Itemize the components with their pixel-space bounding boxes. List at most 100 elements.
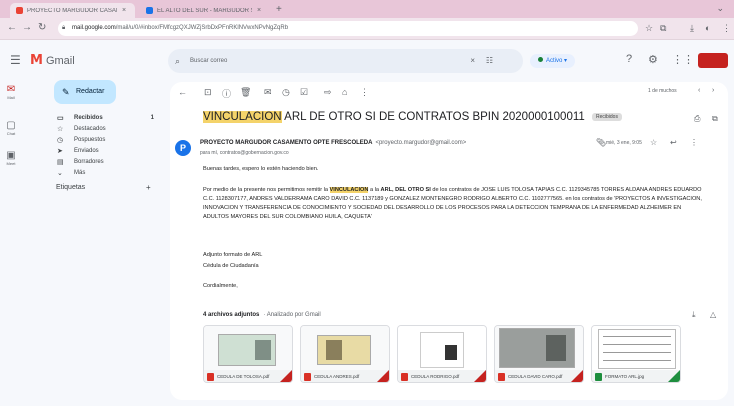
settings-gear-icon[interactable]: ⚙ <box>648 53 658 66</box>
sender-avatar[interactable]: P <box>175 140 191 156</box>
rail-item-label: Meet <box>6 161 16 166</box>
send-icon: ➤ <box>57 148 63 155</box>
sidebar-item-inbox[interactable]: ▭ Recibidos 1 <box>50 113 160 124</box>
print-icon[interactable]: ⎙ <box>694 114 700 124</box>
back-to-inbox-icon[interactable]: ← <box>178 87 187 97</box>
archive-icon[interactable]: ⊡ <box>204 87 212 98</box>
attachment-card[interactable]: CEDULA RODRIGO.pdf <box>397 325 487 383</box>
back-icon[interactable]: ← <box>7 22 17 33</box>
compose-label: Redactar <box>76 88 105 95</box>
p1-bold: ARL, DEL OTRO SI <box>380 187 431 193</box>
id-photo <box>445 345 457 360</box>
sidebar-item-more[interactable]: ⌄ Más <box>50 168 160 179</box>
browser-tab[interactable]: PROYECTO MARGUDOR CASAMENTO OPTE FRESCOL… <box>10 3 135 18</box>
sidebar-item-drafts[interactable]: ▤ Borradores <box>50 157 160 168</box>
close-tab-icon[interactable]: × <box>122 7 126 14</box>
reload-icon[interactable]: ↻ <box>38 22 46 33</box>
add-label-icon[interactable]: + <box>146 183 151 192</box>
subject-rest: ARL DE OTRO SI DE CONTRATOS BPIN 2020000… <box>281 111 585 123</box>
attachment-thumbnail <box>301 326 389 370</box>
move-to-icon[interactable]: ⇨ <box>324 87 332 98</box>
pdf-corner-icon <box>377 370 389 382</box>
rail-item-chat[interactable]: ▢ Chat <box>2 120 20 136</box>
help-icon[interactable]: ? <box>626 53 632 65</box>
label-icon[interactable]: ⌂ <box>342 87 347 97</box>
open-new-window-icon[interactable]: ⧉ <box>712 114 718 124</box>
profile-icon[interactable]: ◐ <box>705 23 710 33</box>
attachment-card[interactable]: CEDULA ANDRES.pdf <box>300 325 390 383</box>
pencil-icon: ✎ <box>62 87 70 97</box>
bookmark-star-icon[interactable]: ☆ <box>645 23 653 34</box>
mail-icon: ✉ <box>6 84 16 95</box>
new-tab-icon[interactable]: + <box>276 4 282 15</box>
draft-icon: ▤ <box>57 159 64 166</box>
search-icon[interactable]: ⌕ <box>175 49 180 73</box>
attachment-card[interactable]: FORMATO ARL.jpg <box>591 325 681 383</box>
browser-tab-label: PROYECTO MARGUDOR CASAMENTO OPTE FRESCOL… <box>27 7 117 14</box>
recipient-line[interactable]: para mí, contratos@gobernacion.gov.co <box>200 150 289 156</box>
search-placeholder: Buscar correo <box>190 58 228 64</box>
extensions-icon[interactable]: ⧉ <box>660 23 666 34</box>
older-icon[interactable]: › <box>712 87 714 94</box>
rail-item-meet[interactable]: ▣ Meet <box>2 150 20 166</box>
compose-button[interactable]: ✎ Redactar <box>54 80 116 104</box>
newer-icon[interactable]: ‹ <box>698 87 700 94</box>
attachments-scan-note: · Analizado por Gmail <box>263 312 321 318</box>
main-menu-icon[interactable]: ☰ <box>10 53 21 67</box>
snooze-icon[interactable]: ◷ <box>282 87 290 98</box>
pdf-icon <box>401 373 408 381</box>
more-options-icon[interactable]: ⋮ <box>690 138 698 147</box>
reply-icon[interactable]: ↩ <box>670 138 677 147</box>
gmail-favicon-icon <box>16 7 23 14</box>
sidebar-item-label: Enviados <box>74 148 99 154</box>
chevron-down-icon: ⌄ <box>57 170 63 177</box>
apps-grid-icon[interactable]: ⋮⋮ <box>672 53 694 66</box>
delete-icon[interactable]: 🗑︎ <box>240 87 251 98</box>
forward-icon[interactable]: → <box>22 22 32 33</box>
browser-tab[interactable]: EL ALTO DEL SUR - MARGUDOR S.A. × <box>140 3 270 18</box>
report-spam-icon[interactable]: ⓘ <box>222 87 231 100</box>
window-menu-icon[interactable]: ⌄ <box>716 3 724 14</box>
attachment-thumbnail <box>398 326 486 370</box>
lock-icon: 🔒︎ <box>62 25 66 31</box>
sidebar-item-label: Destacados <box>74 126 106 132</box>
download-all-icon[interactable]: ⤓ <box>692 310 696 320</box>
attachment-card[interactable]: CEDULA DE TOLOSA.pdf <box>203 325 293 383</box>
clear-search-icon[interactable]: × <box>470 49 475 73</box>
email-subject: VINCULACION ARL DE OTRO SI DE CONTRATOS … <box>203 111 683 123</box>
attachment-name: CEDULA ANDRES.pdf <box>314 374 360 379</box>
sender-email: <proyecto.margudor@gmail.com> <box>375 140 467 146</box>
mark-unread-icon[interactable]: ✉ <box>264 87 272 98</box>
browser-tab-label: EL ALTO DEL SUR - MARGUDOR S.A. <box>157 7 252 14</box>
search-input[interactable]: ⌕ Buscar correo × ☷ <box>168 49 523 73</box>
attachment-thumbnail <box>592 326 680 370</box>
attachment-card[interactable]: CEDULA DAVID CARO.pdf <box>494 325 584 383</box>
star-icon[interactable]: ☆ <box>650 138 657 147</box>
signature-line: Cédula de Ciudadanía <box>203 263 259 269</box>
inbox-label-chip[interactable]: Recibidos <box>592 112 622 121</box>
pdf-corner-icon <box>280 370 292 382</box>
close-tab-icon[interactable]: × <box>257 7 261 14</box>
more-actions-icon[interactable]: ⋮ <box>360 87 369 98</box>
pdf-icon <box>207 373 214 381</box>
form-lines <box>603 344 671 345</box>
address-bar[interactable]: 🔒︎ mail.google.com/mail/u/0/#inbox/FMfcg… <box>58 21 638 36</box>
sidebar-item-starred[interactable]: ☆ Destacados <box>50 124 160 135</box>
gmail-logo[interactable]: M Gmail <box>30 53 75 68</box>
search-options-icon[interactable]: ☷ <box>486 49 493 73</box>
sidebar-item-sent[interactable]: ➤ Enviados <box>50 146 160 157</box>
add-to-drive-icon[interactable]: △ <box>710 310 716 319</box>
p1-text: a la <box>368 187 381 193</box>
signature-line: Adjunto formato de ARL <box>203 252 263 258</box>
browser-menu-icon[interactable]: ⋮ <box>722 23 731 34</box>
image-icon <box>595 373 602 381</box>
download-icon[interactable]: ⤓ <box>690 23 694 34</box>
sidebar-item-snoozed[interactable]: ◷ Pospuestos <box>50 135 160 146</box>
rail-item-mail[interactable]: ✉ Mail <box>2 84 20 100</box>
add-task-icon[interactable]: ☑ <box>300 87 308 98</box>
sender-name[interactable]: PROYECTO MARGUDOR CASAMENTO OPTE FRESCOL… <box>200 140 466 146</box>
status-selector[interactable]: Activo ▾ <box>530 54 576 68</box>
account-avatar[interactable] <box>698 53 728 68</box>
sidebar-item-label: Borradores <box>74 159 104 165</box>
browser-tab-bar: PROYECTO MARGUDOR CASAMENTO OPTE FRESCOL… <box>0 0 734 18</box>
